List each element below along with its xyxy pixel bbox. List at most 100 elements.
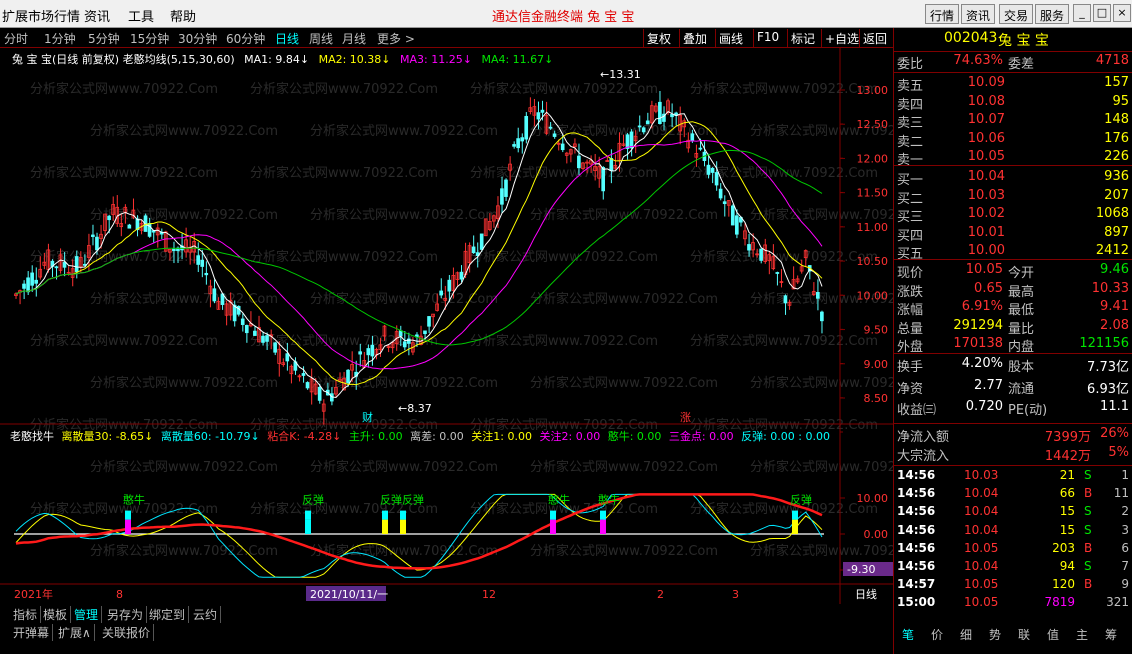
signal-label: 反弹 <box>302 492 324 506</box>
candle-body <box>317 386 322 401</box>
quote-row: 涨幅 6.91% 最低 9.41 <box>897 299 1129 319</box>
chart-title: 兔 宝 宝(日线 前复权) 老憨均线(5,15,30,60) <box>12 53 235 66</box>
maximize-icon[interactable]: □ <box>1093 4 1111 22</box>
menu-news[interactable]: 资讯 <box>84 6 110 25</box>
menu-help[interactable]: 帮助 <box>170 6 196 25</box>
tab-monthly[interactable]: 月线 <box>342 30 366 47</box>
tab-indicators[interactable]: 指标 <box>10 606 42 623</box>
expand-button[interactable]: 扩展∧ <box>55 624 95 641</box>
flow-row: 净流入额 7399万 26% <box>897 426 1129 445</box>
close-icon[interactable]: × <box>1113 4 1131 22</box>
ask-price: 10.09 <box>967 75 1005 90</box>
candle-body <box>301 373 306 376</box>
indicator-f2: 离散量60: -10.79↓ <box>160 430 260 443</box>
tab-timeshare[interactable]: 分时 <box>4 30 28 47</box>
candle-body <box>524 115 529 140</box>
candle-body <box>540 109 545 113</box>
minimize-icon[interactable]: _ <box>1073 4 1091 22</box>
tab-cloud[interactable]: 云约 <box>190 606 222 623</box>
sub-y-tick-label: 10.00 <box>857 492 889 505</box>
tab-bind-to[interactable]: 绑定到 <box>146 606 190 623</box>
bid-row[interactable]: 买四 10.01 897 <box>894 225 1132 244</box>
panel-tab[interactable]: 联 <box>1018 626 1030 643</box>
signal-bar <box>600 519 606 534</box>
tick-row: 15:00 10.05 7819 321 <box>897 595 1129 610</box>
candle-body <box>346 369 350 384</box>
quote-button[interactable]: 行情 <box>925 4 960 24</box>
bid-row[interactable]: 买一 10.04 936 <box>894 169 1132 188</box>
month-label: 3 <box>732 588 739 601</box>
mark-button[interactable]: 标记 <box>787 29 818 47</box>
y-tick-label: 9.50 <box>864 324 889 337</box>
news-button[interactable]: 资讯 <box>961 4 996 24</box>
candle-body <box>775 272 780 274</box>
candle-body <box>658 101 662 125</box>
signal-label: 憨牛 <box>123 492 145 506</box>
quote-panel: 002043 兔 宝 宝 委比 74.63% 委差 4718 卖五 10.09 15… <box>893 28 1132 654</box>
ask-row[interactable]: 卖三 10.07 148 <box>894 112 1132 131</box>
panel-tab[interactable]: 势 <box>989 626 1001 643</box>
related-quote-button[interactable]: 关联报价 <box>99 624 155 641</box>
ask-row[interactable]: 卖五 10.09 157 <box>894 75 1132 94</box>
ask-row[interactable]: 卖四 10.08 95 <box>894 94 1132 113</box>
watermark-text: 分析家公式网www.70922.Com <box>470 81 658 97</box>
tab-more[interactable]: 更多 > <box>377 30 415 47</box>
candle-body <box>107 215 111 221</box>
bid-row[interactable]: 买二 10.03 207 <box>894 188 1132 207</box>
panel-tab[interactable]: 细 <box>960 626 972 643</box>
overlay-button[interactable]: 叠加 <box>679 29 710 47</box>
candle-body <box>670 114 674 118</box>
candle-body <box>512 144 516 147</box>
f10-button[interactable]: F10 <box>753 29 782 47</box>
tab-1min[interactable]: 1分钟 <box>44 30 76 47</box>
tab-5min[interactable]: 5分钟 <box>88 30 120 47</box>
panel-tab[interactable]: 值 <box>1047 626 1059 643</box>
tab-templates[interactable]: 模板 <box>40 606 72 623</box>
indicator-legend: 老憨找牛 离散量30: -8.65↓ 离散量60: -10.79↓ 粘合K: -… <box>10 428 830 444</box>
period-toolbar: 分时 1分钟 5分钟 15分钟 30分钟 60分钟 日线 周线 月线 更多 > … <box>0 28 893 48</box>
adjust-button[interactable]: 复权 <box>643 29 674 47</box>
panel-tab[interactable]: 笔 <box>902 626 914 643</box>
candle-body <box>285 353 290 362</box>
candle-body <box>244 325 249 334</box>
watermark-text: 分析家公式网www.70922.Com <box>90 123 278 139</box>
bid-row[interactable]: 买三 10.02 1068 <box>894 206 1132 225</box>
back-button[interactable]: 返回 <box>859 29 890 47</box>
service-button[interactable]: 服务 <box>1035 4 1070 24</box>
panel-tab[interactable]: 主 <box>1076 626 1088 643</box>
trade-button[interactable]: 交易 <box>999 4 1034 24</box>
signal-bar-top <box>550 510 556 520</box>
tab-60min[interactable]: 60分钟 <box>226 30 265 47</box>
tab-weekly[interactable]: 周线 <box>309 30 333 47</box>
candle-body <box>240 318 245 325</box>
tick-row: 14:56 10.04 94 S 7 <box>897 559 1129 573</box>
tab-save-as[interactable]: 另存为 <box>104 606 148 623</box>
tab-30min[interactable]: 30分钟 <box>178 30 217 47</box>
candle-body <box>820 311 824 322</box>
ask-price: 10.05 <box>967 149 1005 165</box>
tab-manage[interactable]: 管理 <box>71 606 103 623</box>
menu-extended-market[interactable]: 扩展市场行情 <box>2 6 80 25</box>
draw-button[interactable]: 画线 <box>715 29 746 47</box>
watermark-text: 分析家公式网www.70922.Com <box>470 249 658 265</box>
y-tick-label: 11.00 <box>857 221 889 234</box>
menu-tools[interactable]: 工具 <box>128 6 154 25</box>
chart-area[interactable]: 分析家公式网www.70922.Com 分析家公式网www.70922.Com 分析… <box>0 48 893 604</box>
tab-15min[interactable]: 15分钟 <box>130 30 169 47</box>
ask-row[interactable]: 卖二 10.06 176 <box>894 131 1132 150</box>
danmaku-button[interactable]: 开弹幕 <box>10 624 54 641</box>
candle-body <box>577 155 581 169</box>
candle-body <box>816 292 820 299</box>
panel-tab[interactable]: 价 <box>931 626 943 643</box>
watermark-text: 分析家公式网www.70922.Com <box>690 501 878 517</box>
bottom-tabbar: 指标 模板 管理 另存为 绑定到 云约 开弹幕 扩展∧ 关联报价 <box>0 604 893 654</box>
candle-body <box>520 137 524 142</box>
panel-tab[interactable]: 筹 <box>1105 626 1117 643</box>
add-watchlist-button[interactable]: +自选 <box>821 29 862 47</box>
tab-daily[interactable]: 日线 <box>275 30 299 47</box>
kline-chart-svg[interactable]: 分析家公式网www.70922.Com 分析家公式网www.70922.Com 分析… <box>0 48 893 604</box>
ma3-label: MA3: 11.25↓ <box>400 53 472 66</box>
candle-body <box>22 283 26 289</box>
candle-body <box>629 131 634 149</box>
watermark-text: 分析家公式网www.70922.Com <box>90 543 278 559</box>
